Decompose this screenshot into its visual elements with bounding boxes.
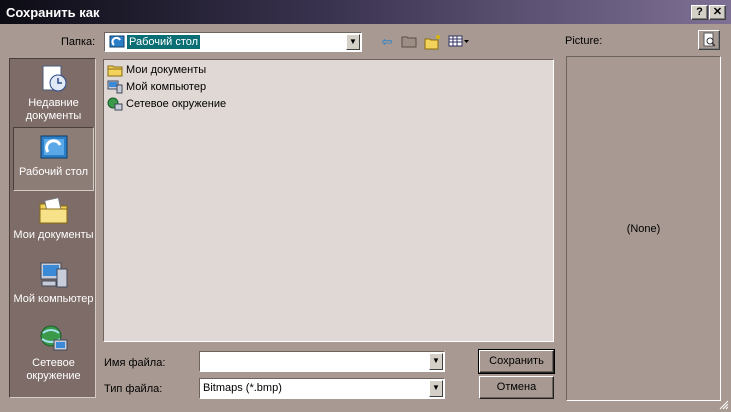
- back-arrow-icon[interactable]: ⇦: [378, 34, 396, 50]
- preview-toggle-button[interactable]: [698, 30, 720, 50]
- place-label: Сетевое окружение: [26, 357, 81, 382]
- chevron-down-icon[interactable]: ▼: [429, 380, 443, 397]
- filename-label: Имя файла:: [104, 357, 166, 369]
- my-documents-icon: [39, 197, 67, 224]
- close-button[interactable]: ✕: [709, 5, 726, 20]
- filename-input[interactable]: ▼: [199, 351, 445, 372]
- preview-label: Picture:: [565, 35, 603, 47]
- preview-value: (None): [626, 223, 661, 235]
- file-list[interactable]: Мои документы Мой компьютер Сетевое окру…: [103, 59, 554, 342]
- chevron-down-icon[interactable]: ▼: [429, 353, 443, 370]
- recent-documents-icon: [42, 65, 66, 92]
- filetype-value: Bitmaps (*.bmp): [203, 382, 282, 394]
- title-bar: Сохранить как: [0, 0, 731, 24]
- folder-label: Папка:: [61, 36, 96, 48]
- list-item[interactable]: Сетевое окружение: [107, 96, 226, 112]
- place-label: Недавние документы: [25, 97, 82, 122]
- place-label: Мой компьютер: [13, 293, 94, 305]
- chevron-down-icon[interactable]: ▼: [346, 34, 360, 50]
- places-bar: Недавние документы Рабочий стол Мои доку…: [9, 58, 96, 398]
- desktop-small-icon: [109, 34, 125, 53]
- computer-icon: [107, 80, 123, 94]
- up-folder-icon[interactable]: [400, 34, 418, 50]
- place-label: Рабочий стол: [18, 166, 89, 178]
- my-computer-icon: [40, 262, 67, 288]
- desktop-icon: [40, 135, 67, 159]
- help-button[interactable]: ?: [691, 5, 708, 20]
- filetype-label: Тип файла:: [104, 383, 163, 395]
- place-desktop[interactable]: Рабочий стол: [13, 127, 94, 191]
- view-menu-icon[interactable]: [448, 34, 470, 50]
- new-folder-icon[interactable]: [424, 34, 442, 50]
- resize-grip-icon[interactable]: [719, 400, 729, 410]
- network-icon: [40, 325, 67, 351]
- place-network[interactable]: Сетевое окружение: [13, 323, 94, 393]
- list-item[interactable]: Мой компьютер: [107, 79, 206, 95]
- folder-combo-value: Рабочий стол: [125, 34, 202, 50]
- cancel-button[interactable]: Отмена: [479, 376, 554, 399]
- place-label: Мои документы: [13, 229, 94, 241]
- window-title: Сохранить как: [6, 5, 100, 20]
- preview-icon: [703, 32, 716, 47]
- save-button[interactable]: Сохранить: [478, 349, 555, 374]
- list-item-label: Сетевое окружение: [126, 98, 227, 110]
- folder-combo[interactable]: Рабочий стол ▼: [104, 32, 362, 52]
- network-icon: [107, 97, 123, 111]
- place-my-computer[interactable]: Мой компьютер: [13, 259, 94, 325]
- list-item[interactable]: Мои документы: [107, 62, 206, 78]
- folder-icon: [107, 65, 123, 77]
- list-item-label: Мой компьютер: [126, 81, 207, 93]
- place-my-documents[interactable]: Мои документы: [13, 195, 94, 261]
- list-item-label: Мои документы: [126, 64, 207, 76]
- preview-pane: (None): [566, 56, 721, 401]
- filetype-select[interactable]: Bitmaps (*.bmp) ▼: [199, 378, 445, 399]
- place-recent-documents[interactable]: Недавние документы: [13, 63, 94, 127]
